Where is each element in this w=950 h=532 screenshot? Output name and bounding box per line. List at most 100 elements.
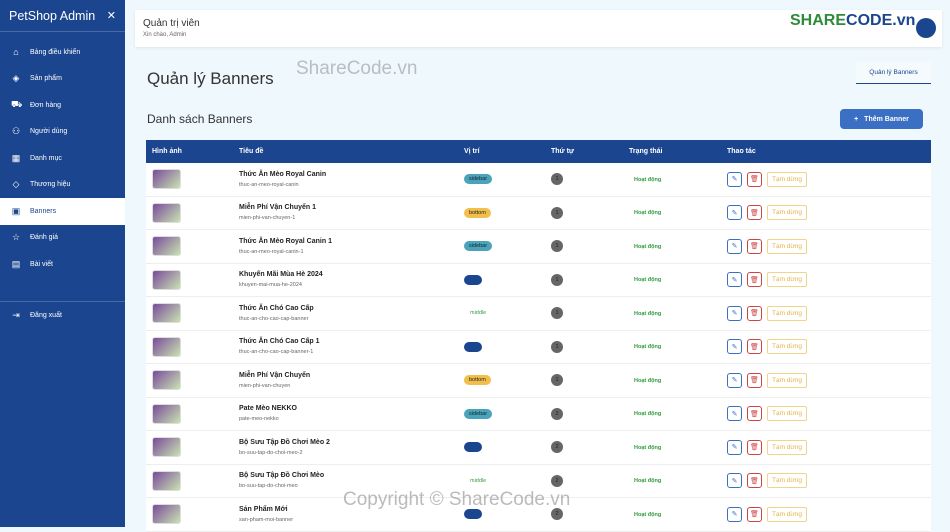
- logout-button[interactable]: ⇥ Đăng xuất: [0, 302, 125, 329]
- sidebar-item[interactable]: ▣ Banners: [0, 198, 125, 225]
- banner-title: Miễn Phí Vận Chuyển: [239, 371, 311, 379]
- delete-button[interactable]: 🗑: [747, 406, 762, 422]
- sidebar-item[interactable]: ▦ Danh mục: [0, 145, 125, 172]
- delete-button[interactable]: 🗑: [747, 305, 762, 321]
- edit-icon: ✎: [731, 477, 738, 485]
- logout-label: Đăng xuất: [30, 311, 62, 319]
- pause-button[interactable]: Tạm dừng: [767, 305, 808, 321]
- position-badge: top: [464, 341, 482, 352]
- box-icon: ◈: [12, 73, 20, 84]
- edit-button[interactable]: ✎: [727, 406, 742, 422]
- edit-button[interactable]: ✎: [727, 439, 742, 455]
- delete-button[interactable]: 🗑: [747, 171, 762, 187]
- sidebar-item-label: Danh mục: [30, 154, 62, 162]
- pause-button[interactable]: Tạm dừng: [767, 171, 808, 187]
- order-badge: 1: [551, 307, 563, 320]
- sidebar-item-label: Sản phẩm: [30, 75, 62, 83]
- table-row: Miễn Phí Vận Chuyển mien-phi-van-chuyen b…: [146, 364, 931, 398]
- delete-button[interactable]: 🗑: [747, 272, 762, 288]
- pause-button[interactable]: Tạm dừng: [767, 473, 808, 489]
- delete-button[interactable]: 🗑: [747, 238, 762, 254]
- order-badge: 2: [551, 441, 563, 454]
- trash-icon: 🗑: [750, 176, 759, 184]
- sidebar-item[interactable]: ◈ Sản phẩm: [0, 66, 125, 93]
- table-row: Thức Ăn Mèo Royal Canin thuc-an-meo-royal…: [146, 163, 931, 197]
- edit-button[interactable]: ✎: [727, 205, 742, 221]
- order-badge: 1: [551, 374, 563, 387]
- sidebar-item-label: Thương hiệu: [30, 181, 71, 189]
- add-banner-button[interactable]: + Thêm Banner: [840, 109, 923, 129]
- status-badge: Hoạt động: [634, 243, 662, 250]
- edit-button[interactable]: ✎: [727, 305, 742, 321]
- delete-button[interactable]: 🗑: [747, 473, 762, 489]
- edit-button[interactable]: ✎: [727, 473, 742, 489]
- banners-table: Hình ảnh Tiêu đề Vị trí Thứ tự Trạng thá…: [146, 140, 931, 532]
- sidebar-item[interactable]: ⌂ Bảng điều khiển: [0, 39, 125, 66]
- status-badge: Hoạt động: [634, 210, 662, 217]
- avatar[interactable]: [916, 18, 936, 38]
- edit-button[interactable]: ✎: [727, 339, 742, 355]
- breadcrumb[interactable]: Quản lý Banners: [856, 62, 931, 84]
- sidebar-item[interactable]: ◇ Thương hiệu: [0, 172, 125, 199]
- banner-thumbnail: [152, 303, 181, 324]
- delete-button[interactable]: 🗑: [747, 205, 762, 221]
- table-row: Miễn Phí Vận Chuyển 1 mien-phi-van-chuyen…: [146, 197, 931, 230]
- status-badge: Hoạt động: [634, 411, 662, 418]
- edit-button[interactable]: ✎: [727, 506, 742, 522]
- document-icon: ▤: [11, 258, 21, 269]
- edit-icon: ✎: [731, 343, 738, 351]
- edit-icon: ✎: [731, 276, 738, 284]
- close-icon[interactable]: ✕: [107, 9, 116, 22]
- banner-thumbnail: [152, 202, 181, 223]
- table-header: Hình ảnh Tiêu đề Vị trí Thứ tự Trạng thá…: [146, 140, 931, 163]
- edit-button[interactable]: ✎: [727, 272, 742, 288]
- edit-icon: ✎: [731, 209, 738, 217]
- pause-button[interactable]: Tạm dừng: [767, 339, 808, 355]
- status-badge: Hoạt động: [634, 478, 662, 485]
- header-title: Quản trị viên: [143, 18, 200, 29]
- banner-slug: thuc-an-meo-royal-canin: [239, 181, 299, 188]
- pause-button[interactable]: Tạm dừng: [767, 372, 808, 388]
- edit-button[interactable]: ✎: [727, 372, 742, 388]
- sidebar-item[interactable]: ☆ Đánh giá: [0, 225, 125, 252]
- banner-slug: pate-meo-nekko: [239, 416, 279, 423]
- status-badge: Hoạt động: [634, 377, 662, 384]
- delete-button[interactable]: 🗑: [747, 372, 762, 388]
- sidebar-item[interactable]: ⚇ Người dùng: [0, 119, 125, 146]
- brand-title: PetShop Admin: [9, 8, 96, 23]
- order-badge: 1: [551, 240, 563, 253]
- column-header: Hình ảnh: [152, 148, 182, 155]
- column-header: Vị trí: [464, 148, 480, 155]
- pause-button[interactable]: Tạm dừng: [767, 439, 808, 455]
- pause-button[interactable]: Tạm dừng: [767, 406, 808, 422]
- edit-icon: ✎: [731, 243, 738, 251]
- delete-button[interactable]: 🗑: [747, 506, 762, 522]
- edit-button[interactable]: ✎: [727, 238, 742, 254]
- delete-button[interactable]: 🗑: [747, 439, 762, 455]
- table-row: Thức Ăn Mèo Royal Canin 1 thuc-an-meo-roy…: [146, 230, 931, 264]
- edit-icon: ✎: [731, 310, 738, 318]
- trash-icon: 🗑: [750, 377, 759, 385]
- pause-button[interactable]: Tạm dừng: [767, 238, 808, 254]
- banner-title: Bộ Sưu Tập Đồ Chơi Mèo 2: [239, 438, 330, 446]
- pause-button[interactable]: Tạm dừng: [767, 272, 808, 288]
- pause-button[interactable]: Tạm dừng: [767, 506, 808, 522]
- tag-icon: ◇: [12, 179, 20, 190]
- sidebar-item[interactable]: ▤ Bài viết: [0, 251, 125, 278]
- banner-title: Miễn Phí Vận Chuyển 1: [239, 204, 317, 212]
- edit-button[interactable]: ✎: [727, 171, 742, 187]
- status-badge: Hoạt động: [634, 511, 662, 518]
- position-badge: top: [464, 274, 482, 285]
- delete-button[interactable]: 🗑: [747, 339, 762, 355]
- position-badge: bottom: [464, 207, 491, 218]
- sidebar-item-label: Bảng điều khiển: [30, 48, 81, 56]
- pause-button[interactable]: Tạm dừng: [767, 205, 808, 221]
- banner-slug: san-pham-moi-banner: [239, 516, 294, 523]
- trash-icon: 🗑: [750, 209, 759, 217]
- banner-slug: khuyen-mai-mua-he-2024: [239, 282, 302, 289]
- sidebar-item[interactable]: ⛟ Đơn hàng: [0, 92, 125, 119]
- trash-icon: 🗑: [750, 477, 759, 485]
- banner-slug: mien-phi-van-chuyen-1: [239, 215, 296, 222]
- sidebar-item-label: Đơn hàng: [30, 101, 62, 109]
- order-badge: 2: [551, 407, 563, 420]
